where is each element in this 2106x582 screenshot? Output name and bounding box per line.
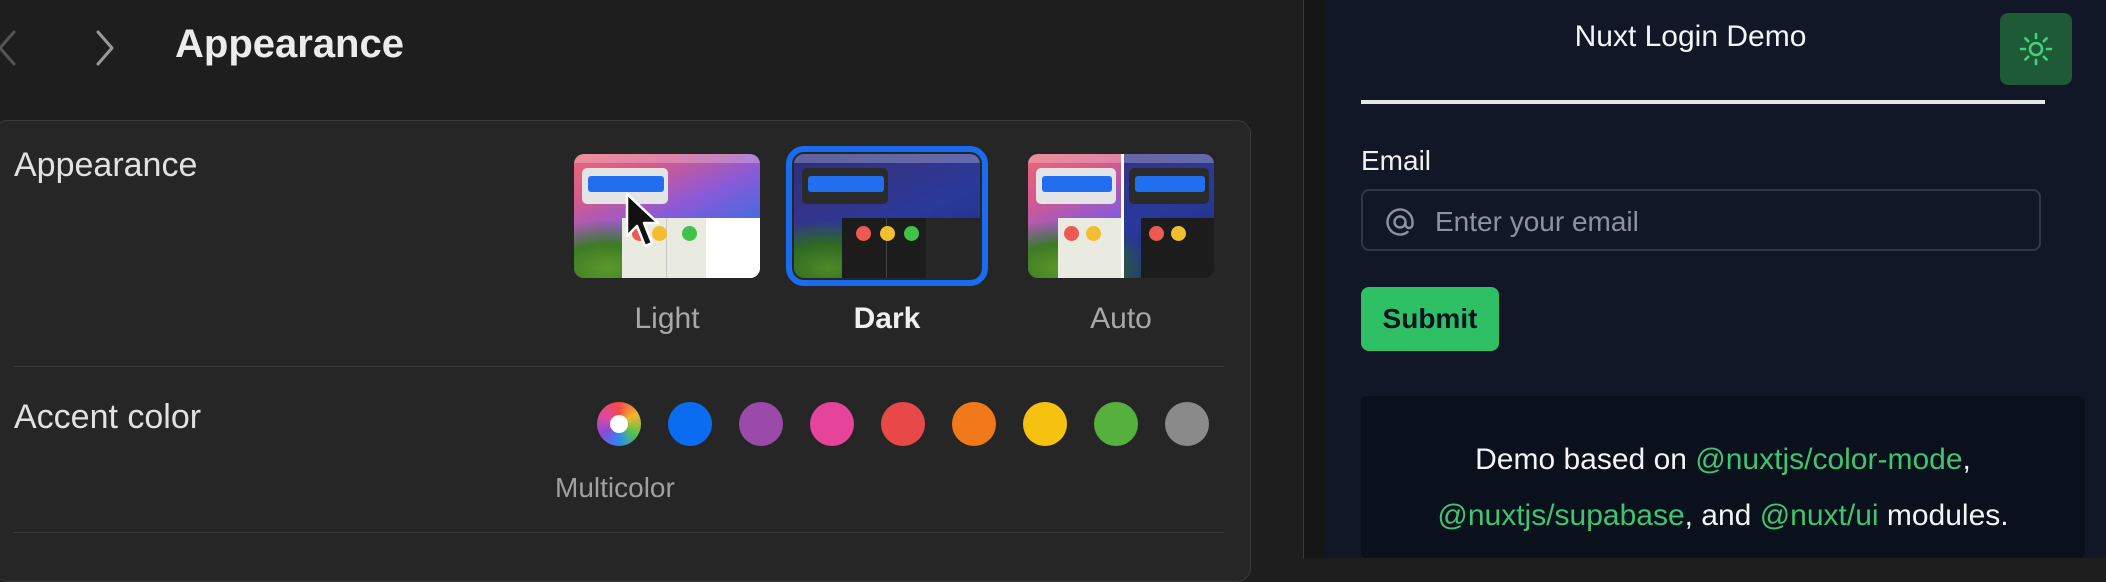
system-settings-window: Appearance Appearance Light Dark Auto Ac… xyxy=(0,0,1303,582)
email-input[interactable] xyxy=(1433,197,2037,247)
accent-swatch-orange[interactable] xyxy=(952,402,996,446)
info-panel: Demo based on @nuxtjs/color-mode, @nuxtjs… xyxy=(1361,396,2085,558)
module-link-ui[interactable]: @nuxt/ui xyxy=(1760,499,1879,532)
info-suffix: modules. xyxy=(1878,499,2009,532)
menu-bar-preview xyxy=(574,154,760,163)
divider xyxy=(14,366,1224,367)
module-link-color-mode[interactable]: @nuxtjs/color-mode xyxy=(1695,443,1962,476)
divider xyxy=(14,532,1224,533)
zoom-dot-icon xyxy=(904,226,919,241)
appearance-option-auto[interactable] xyxy=(1028,154,1214,278)
info-text: Demo based on @nuxtjs/color-mode, @nuxtjs… xyxy=(1361,432,2085,544)
color-mode-toggle[interactable] xyxy=(2000,13,2072,85)
page-title: Nuxt Login Demo xyxy=(1574,20,1807,53)
info-separator: , xyxy=(1962,443,1971,476)
info-prefix: Demo based on xyxy=(1475,443,1696,476)
forward-button[interactable] xyxy=(90,24,120,72)
module-link-supabase[interactable]: @nuxtjs/supabase xyxy=(1437,499,1684,532)
accent-swatch-graphite[interactable] xyxy=(1165,402,1209,446)
appearance-option-dark-label: Dark xyxy=(853,302,921,335)
chevron-right-icon xyxy=(96,30,114,66)
zoom-dot-icon xyxy=(682,226,697,241)
appearance-option-light[interactable] xyxy=(574,154,760,278)
at-sign-icon xyxy=(1386,208,1414,236)
mouse-pointer-icon xyxy=(625,192,660,248)
appearance-option-auto-label: Auto xyxy=(1090,302,1152,335)
appearance-row-label: Appearance xyxy=(14,146,198,184)
menu-bar-preview xyxy=(794,154,980,163)
email-label: Email xyxy=(1361,145,1432,176)
accent-swatch-purple[interactable] xyxy=(739,402,783,446)
accent-selected-name: Multicolor xyxy=(555,472,675,503)
appearance-option-light-label: Light xyxy=(634,302,700,335)
accent-swatch-yellow[interactable] xyxy=(1023,402,1067,446)
accent-color-row-label: Accent color xyxy=(14,398,202,436)
info-separator: , and xyxy=(1684,499,1760,532)
page-title: Appearance xyxy=(175,22,404,66)
chevron-left-icon xyxy=(0,30,16,66)
accent-swatch-blue[interactable] xyxy=(668,402,712,446)
header-divider xyxy=(1361,100,2045,104)
window-separator xyxy=(1303,0,1326,558)
minimize-dot-icon xyxy=(880,226,895,241)
sun-icon xyxy=(2019,32,2053,66)
accent-swatch-red[interactable] xyxy=(881,402,925,446)
accent-swatch-green[interactable] xyxy=(1094,402,1138,446)
nuxt-demo-page: Nuxt Login Demo Email Submit Demo based … xyxy=(1325,0,2106,558)
appearance-option-dark[interactable] xyxy=(786,146,988,286)
accent-swatch-pink[interactable] xyxy=(810,402,854,446)
accent-swatch-multicolor[interactable] xyxy=(597,402,641,446)
back-button[interactable] xyxy=(0,24,22,72)
close-dot-icon xyxy=(856,226,871,241)
submit-button[interactable]: Submit xyxy=(1361,287,1499,351)
menu-preview xyxy=(802,168,888,204)
email-field xyxy=(1361,189,2041,251)
